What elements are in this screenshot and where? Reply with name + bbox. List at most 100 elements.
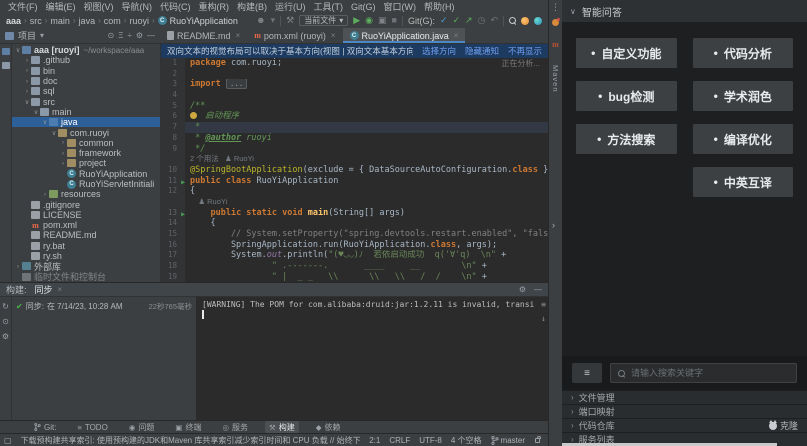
editor-tab[interactable]: CRuoYiApplication.java× [343, 28, 466, 43]
tree-item[interactable]: .gitignore [12, 199, 160, 209]
breadcrumb-item[interactable]: src [30, 16, 42, 26]
panel-section[interactable]: ›文件管理 [562, 390, 807, 404]
tree-chevron-icon[interactable]: ∨ [14, 46, 22, 54]
menu-icon[interactable]: ≡ [572, 363, 602, 383]
assistant-button[interactable]: 学术润色 [693, 81, 794, 111]
git-branch[interactable]: master [491, 436, 525, 445]
history-icon[interactable]: ◷ [478, 16, 486, 25]
assistant-panel-header[interactable]: ∨ 智能问答 [562, 0, 807, 22]
status-message[interactable]: 下载预构建共享索引: 使用预构建的JDK和Maven 库共享索引减少索引时间和 … [21, 435, 361, 446]
tree-item[interactable]: ry.bat [12, 241, 160, 251]
gear-icon[interactable]: ⚙ [519, 285, 526, 294]
file-encoding[interactable]: UTF-8 [419, 436, 442, 445]
tree-item[interactable]: ∨src [12, 96, 160, 106]
notifications-icon[interactable] [552, 19, 559, 26]
tree-item[interactable]: mpom.xml [12, 220, 160, 230]
tab-close-icon[interactable]: × [236, 31, 241, 40]
assistant-button[interactable]: 编译优化 [693, 124, 794, 154]
search-input[interactable] [631, 368, 789, 378]
assistant-button[interactable]: 方法搜索 [576, 124, 677, 154]
banner-action-hide-notification[interactable]: 隐藏通知 [465, 45, 499, 57]
sync-result-row[interactable]: ✔ 同步: 在 7/14/23, 10:28 AM [16, 301, 123, 312]
toolwindow-item-git[interactable]: Git: [30, 421, 60, 433]
git-commit-icon[interactable]: ✓ [453, 16, 461, 25]
tree-item[interactable]: ∨aaa [ruoyi]~/workspace/aaa [12, 45, 160, 55]
chevron-down-icon[interactable]: ∨ [570, 7, 576, 16]
menu-item[interactable]: 重构(R) [195, 0, 234, 13]
tree-item[interactable]: ›resources [12, 189, 160, 199]
editor-tab[interactable]: README.md× [160, 28, 247, 43]
breadcrumb-item[interactable]: com [104, 16, 121, 26]
menu-item[interactable]: 文件(F) [4, 0, 42, 13]
menu-item[interactable]: 窗口(W) [380, 0, 421, 13]
build-hammer-icon[interactable]: ⚒ [286, 16, 294, 25]
chevron-down-icon[interactable]: ▾ [40, 31, 44, 40]
panel-section[interactable]: ›代码仓库克隆 [562, 418, 807, 432]
run-config-select[interactable]: 当前文件 ▾ [299, 15, 348, 26]
stop-button[interactable]: ■ [392, 16, 397, 25]
breadcrumb-item[interactable]: main [50, 16, 70, 26]
menu-item[interactable]: 运行(U) [271, 0, 310, 13]
toolwindow-item-terminal[interactable]: ▣终端 [171, 421, 205, 433]
run-button[interactable]: ▶ [353, 16, 360, 25]
assistant-button[interactable]: 自定义功能 [576, 38, 677, 68]
breadcrumb-item[interactable]: ruoyi [129, 16, 149, 26]
tree-item[interactable]: ›doc [12, 76, 160, 86]
menu-item[interactable]: Git(G) [347, 2, 380, 12]
clone-button[interactable]: 克隆 [769, 419, 798, 432]
intention-bulb-icon[interactable] [190, 112, 197, 119]
collapse-all-icon[interactable]: ÷ [127, 31, 131, 40]
debug-button[interactable]: ◉ [365, 16, 373, 25]
gear-icon[interactable]: ⚙ [136, 31, 143, 40]
tree-item[interactable]: ∨main [12, 107, 160, 117]
tree-chevron-icon[interactable]: ∨ [23, 98, 31, 106]
assistant-button[interactable]: 代码分析 [693, 38, 794, 68]
menu-item[interactable]: 构建(B) [233, 0, 271, 13]
more-icon[interactable]: ⋮ [551, 2, 560, 13]
rollback-icon[interactable]: ↶ [490, 16, 498, 25]
toolwindow-item-problems[interactable]: ◉问题 [125, 421, 159, 433]
teal-badge-icon[interactable] [534, 17, 542, 25]
tab-close-icon[interactable]: × [331, 31, 336, 40]
tree-chevron-icon[interactable]: ∨ [50, 129, 58, 137]
tree-chevron-icon[interactable]: › [59, 150, 67, 157]
line-separator[interactable]: CRLF [389, 436, 410, 445]
tree-item[interactable]: CRuoYiServletInitiali [12, 179, 160, 189]
stripe-expand-icon[interactable]: › [552, 220, 555, 230]
tree-item[interactable]: ›bin [12, 66, 160, 76]
menu-item[interactable]: 编辑(E) [42, 0, 80, 13]
hide-panel-icon[interactable]: — [534, 285, 542, 294]
coverage-button[interactable]: ▣ [378, 16, 387, 25]
tree-item[interactable]: ›project [12, 158, 160, 168]
tree-item[interactable]: ›.github [12, 55, 160, 65]
orange-badge-icon[interactable] [521, 17, 529, 25]
tab-close-icon[interactable]: × [58, 285, 63, 294]
tree-item[interactable]: 临时文件和控制台 [12, 272, 160, 282]
breadcrumb-item[interactable]: CRuoYiApplication [158, 16, 238, 26]
inlay-hint[interactable]: 2 个用法 ♟ RuoYi [190, 154, 254, 163]
menu-item[interactable]: 工具(T) [310, 0, 348, 13]
tree-item[interactable]: README.md [12, 230, 160, 240]
locate-icon[interactable]: ⊙ [2, 317, 9, 326]
panel-section[interactable]: ›端口映射 [562, 404, 807, 418]
user-icon[interactable]: ☻ [256, 16, 265, 25]
tree-chevron-icon[interactable]: › [23, 67, 31, 74]
tree-item[interactable]: ›framework [12, 148, 160, 158]
tree-item[interactable]: ry.sh [12, 251, 160, 261]
tree-item[interactable]: ›外部库 [12, 261, 160, 271]
rerun-icon[interactable]: ↻ [2, 302, 9, 311]
breadcrumb-item[interactable]: aaa [6, 16, 21, 26]
tree-chevron-icon[interactable]: › [23, 78, 31, 85]
tree-chevron-icon[interactable]: › [59, 139, 67, 146]
tree-chevron-icon[interactable]: ∨ [32, 108, 40, 116]
tree-item[interactable]: ›sql [12, 86, 160, 96]
project-toolwindow-icon[interactable] [2, 48, 10, 55]
tab-close-icon[interactable]: × [454, 31, 459, 40]
code-editor[interactable]: 正在分析... 1package com.ruoyi;23import ...4… [161, 58, 548, 282]
menu-item[interactable]: 视图(V) [80, 0, 118, 13]
build-result-tree[interactable]: ✔ 同步: 在 7/14/23, 10:28 AM 22秒765毫秒 [12, 297, 197, 420]
tree-chevron-icon[interactable]: › [14, 263, 22, 270]
folded-imports[interactable]: ... [226, 79, 248, 89]
scroll-to-end-icon[interactable]: ↓ [541, 313, 546, 324]
tree-item[interactable]: ›common [12, 138, 160, 148]
